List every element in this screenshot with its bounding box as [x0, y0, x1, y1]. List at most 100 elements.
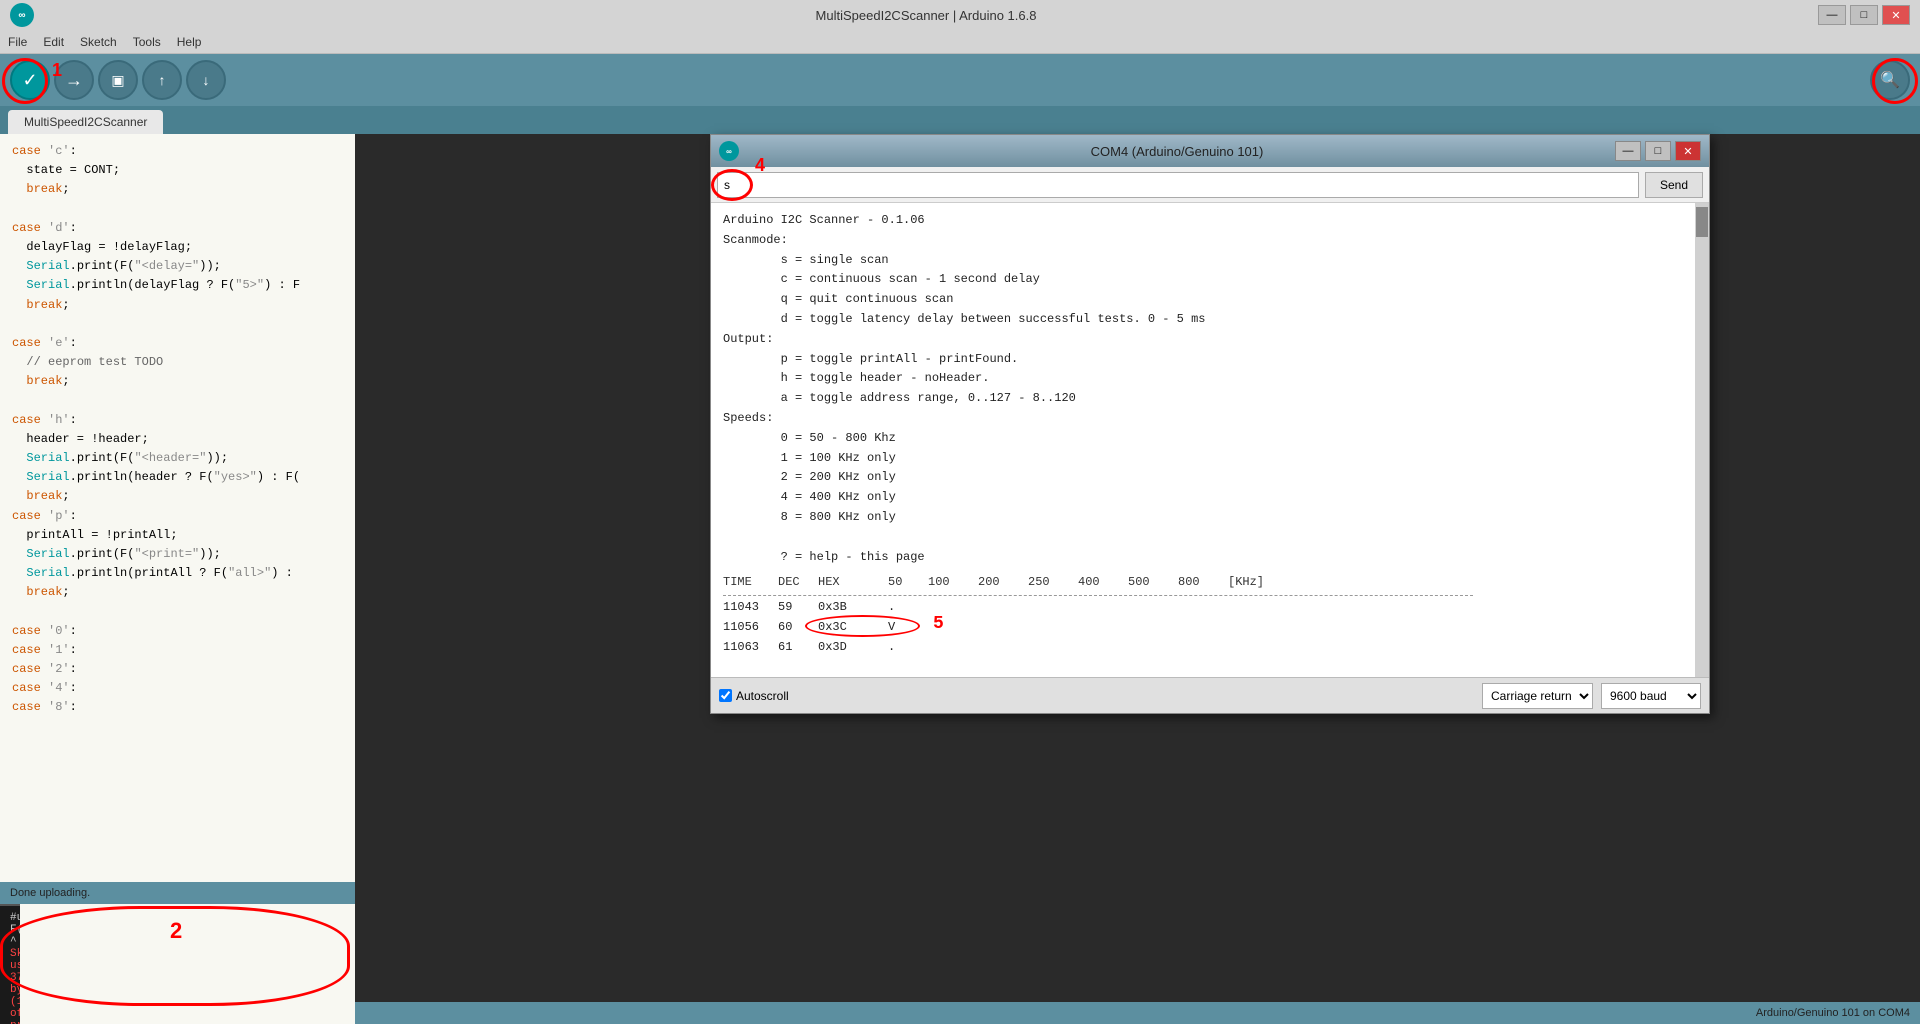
status-text: Arduino/Genuino 101 on COM4	[1756, 1007, 1910, 1019]
sm-maximize-button[interactable]: □	[1645, 141, 1671, 161]
menu-file[interactable]: File	[8, 35, 27, 49]
th-khz: [KHz]	[1228, 573, 1288, 593]
sm-output-item-2: a = toggle address range, 0..127 - 8..12…	[723, 389, 1697, 409]
serial-monitor-window: ∞ COM4 (Arduino/Genuino 101) — □ ✕ Send …	[710, 134, 1710, 714]
code-line: case 'e':	[12, 334, 343, 353]
tr1-50: .	[888, 598, 928, 618]
sm-scrollbar[interactable]	[1695, 203, 1709, 677]
sm-window-title: COM4 (Arduino/Genuino 101)	[739, 144, 1615, 159]
tr3-time: 11063	[723, 638, 778, 658]
sm-speeds-item-2: 2 = 200 KHz only	[723, 468, 1697, 488]
autoscroll-checkbox[interactable]	[719, 689, 732, 702]
tr1-hex: 0x3B	[818, 598, 888, 618]
sm-speeds-label: Speeds:	[723, 409, 1697, 429]
menu-edit[interactable]: Edit	[43, 35, 64, 49]
sm-output-item-0: p = toggle printAll - printFound.	[723, 350, 1697, 370]
code-line: break;	[12, 487, 343, 506]
sm-speeds-item-3: 4 = 400 KHz only	[723, 488, 1697, 508]
sm-input-field[interactable]	[717, 172, 1639, 198]
menu-bar: File Edit Sketch Tools Help	[0, 30, 1920, 54]
sm-table-divider	[723, 595, 1473, 596]
th-500: 500	[1128, 573, 1178, 593]
console-area: #undef F(x) ^ Sketch uses 37,434 bytes (…	[0, 904, 20, 1024]
toolbar: ✓ → ▣ ↑ ↓ 🔍 1 3	[0, 54, 1920, 106]
th-200: 200	[978, 573, 1028, 593]
code-line	[12, 603, 343, 622]
sm-table-header-row: TIME DEC HEX 50 100 200 250 400 500 800 …	[723, 573, 1697, 593]
sm-header-line: Arduino I2C Scanner - 0.1.06	[723, 211, 1697, 231]
code-line: case '2':	[12, 660, 343, 679]
sm-title-bar: ∞ COM4 (Arduino/Genuino 101) — □ ✕	[711, 135, 1709, 167]
sm-close-button[interactable]: ✕	[1675, 141, 1701, 161]
title-bar-left: ∞	[10, 3, 34, 27]
done-uploading-text: Done uploading.	[10, 887, 90, 899]
arduino-logo-icon: ∞	[10, 3, 34, 27]
sm-speeds-item-0: 0 = 50 - 800 Khz	[723, 429, 1697, 449]
sm-send-button[interactable]: Send	[1645, 172, 1703, 198]
sm-scanmode-item-1: c = continuous scan - 1 second delay	[723, 270, 1697, 290]
autoscroll-label: Autoscroll	[736, 689, 789, 703]
sm-window-controls: — □ ✕	[1615, 141, 1701, 161]
code-line: Serial.println(printAll ? F("all>") :	[12, 564, 343, 583]
th-time: TIME	[723, 573, 778, 593]
main-content: case 'c': state = CONT; break; case 'd':…	[0, 134, 1920, 1024]
table-row: 11063 61 0x3D .	[723, 638, 1697, 658]
sm-bottom-bar: Autoscroll No line ending Newline Carria…	[711, 677, 1709, 713]
title-bar: ∞ MultiSpeedI2CScanner | Arduino 1.6.8 —…	[0, 0, 1920, 30]
sm-blank	[723, 658, 1697, 677]
tr2-dec: 60	[778, 618, 818, 638]
code-line: case 'h':	[12, 411, 343, 430]
sm-scanmode-label: Scanmode:	[723, 231, 1697, 251]
done-uploading-bar: Done uploading.	[0, 882, 355, 904]
autoscroll-control: Autoscroll	[719, 689, 789, 703]
code-line: case '8':	[12, 698, 343, 717]
upload-button[interactable]: →	[54, 60, 94, 100]
menu-sketch[interactable]: Sketch	[80, 35, 117, 49]
code-line: case '1':	[12, 641, 343, 660]
new-button[interactable]: ▣	[98, 60, 138, 100]
minimize-button[interactable]: —	[1818, 5, 1846, 25]
code-line: Serial.print(F("<delay="));	[12, 257, 343, 276]
sm-output: Arduino I2C Scanner - 0.1.06 Scanmode: s…	[711, 203, 1709, 677]
sm-scrollbar-thumb[interactable]	[1696, 207, 1708, 237]
menu-help[interactable]: Help	[177, 35, 202, 49]
serial-monitor-button[interactable]: 🔍	[1870, 60, 1910, 100]
code-line: case 'd':	[12, 219, 343, 238]
tr3-hex: 0x3D	[818, 638, 888, 658]
th-hex: HEX	[818, 573, 888, 593]
code-line: case 'p':	[12, 507, 343, 526]
annotation-oval-2	[0, 906, 350, 1006]
table-row: 11043 59 0x3B .	[723, 598, 1697, 618]
carriage-return-select[interactable]: No line ending Newline Carriage return B…	[1482, 683, 1593, 709]
code-line: case '4':	[12, 679, 343, 698]
code-line	[12, 200, 343, 219]
sm-minimize-button[interactable]: —	[1615, 141, 1641, 161]
window-controls: — □ ✕	[1818, 5, 1910, 25]
code-line: Serial.println(delayFlag ? F("5>") : F	[12, 276, 343, 295]
code-line: header = !header;	[12, 430, 343, 449]
tr1-dec: 59	[778, 598, 818, 618]
code-line: delayFlag = !delayFlag;	[12, 238, 343, 257]
close-button[interactable]: ✕	[1882, 5, 1910, 25]
verify-button[interactable]: ✓	[10, 60, 50, 100]
code-line: printAll = !printAll;	[12, 526, 343, 545]
maximize-button[interactable]: □	[1850, 5, 1878, 25]
open-button[interactable]: ↑	[142, 60, 182, 100]
save-button[interactable]: ↓	[186, 60, 226, 100]
code-content: case 'c': state = CONT; break; case 'd':…	[0, 134, 355, 904]
sm-input-bar: Send 4	[711, 167, 1709, 203]
sm-output-content: Arduino I2C Scanner - 0.1.06 Scanmode: s…	[723, 211, 1697, 677]
app-title: MultiSpeedI2CScanner | Arduino 1.6.8	[34, 8, 1818, 23]
menu-tools[interactable]: Tools	[133, 35, 161, 49]
sm-logo-icon: ∞	[719, 141, 739, 161]
code-line: break;	[12, 180, 343, 199]
baud-rate-select[interactable]: 300 baud 1200 baud 2400 baud 4800 baud 9…	[1601, 683, 1701, 709]
th-50: 50	[888, 573, 928, 593]
tr2-50: V	[888, 618, 928, 638]
tr3-dec: 61	[778, 638, 818, 658]
tab-multispeed[interactable]: MultiSpeedI2CScanner	[8, 110, 163, 134]
code-line: Serial.print(F("<print="));	[12, 545, 343, 564]
code-editor: case 'c': state = CONT; break; case 'd':…	[0, 134, 355, 1024]
tr2-hex: 0x3C	[818, 618, 888, 638]
sm-speeds-item-4: 8 = 800 KHz only	[723, 508, 1697, 528]
